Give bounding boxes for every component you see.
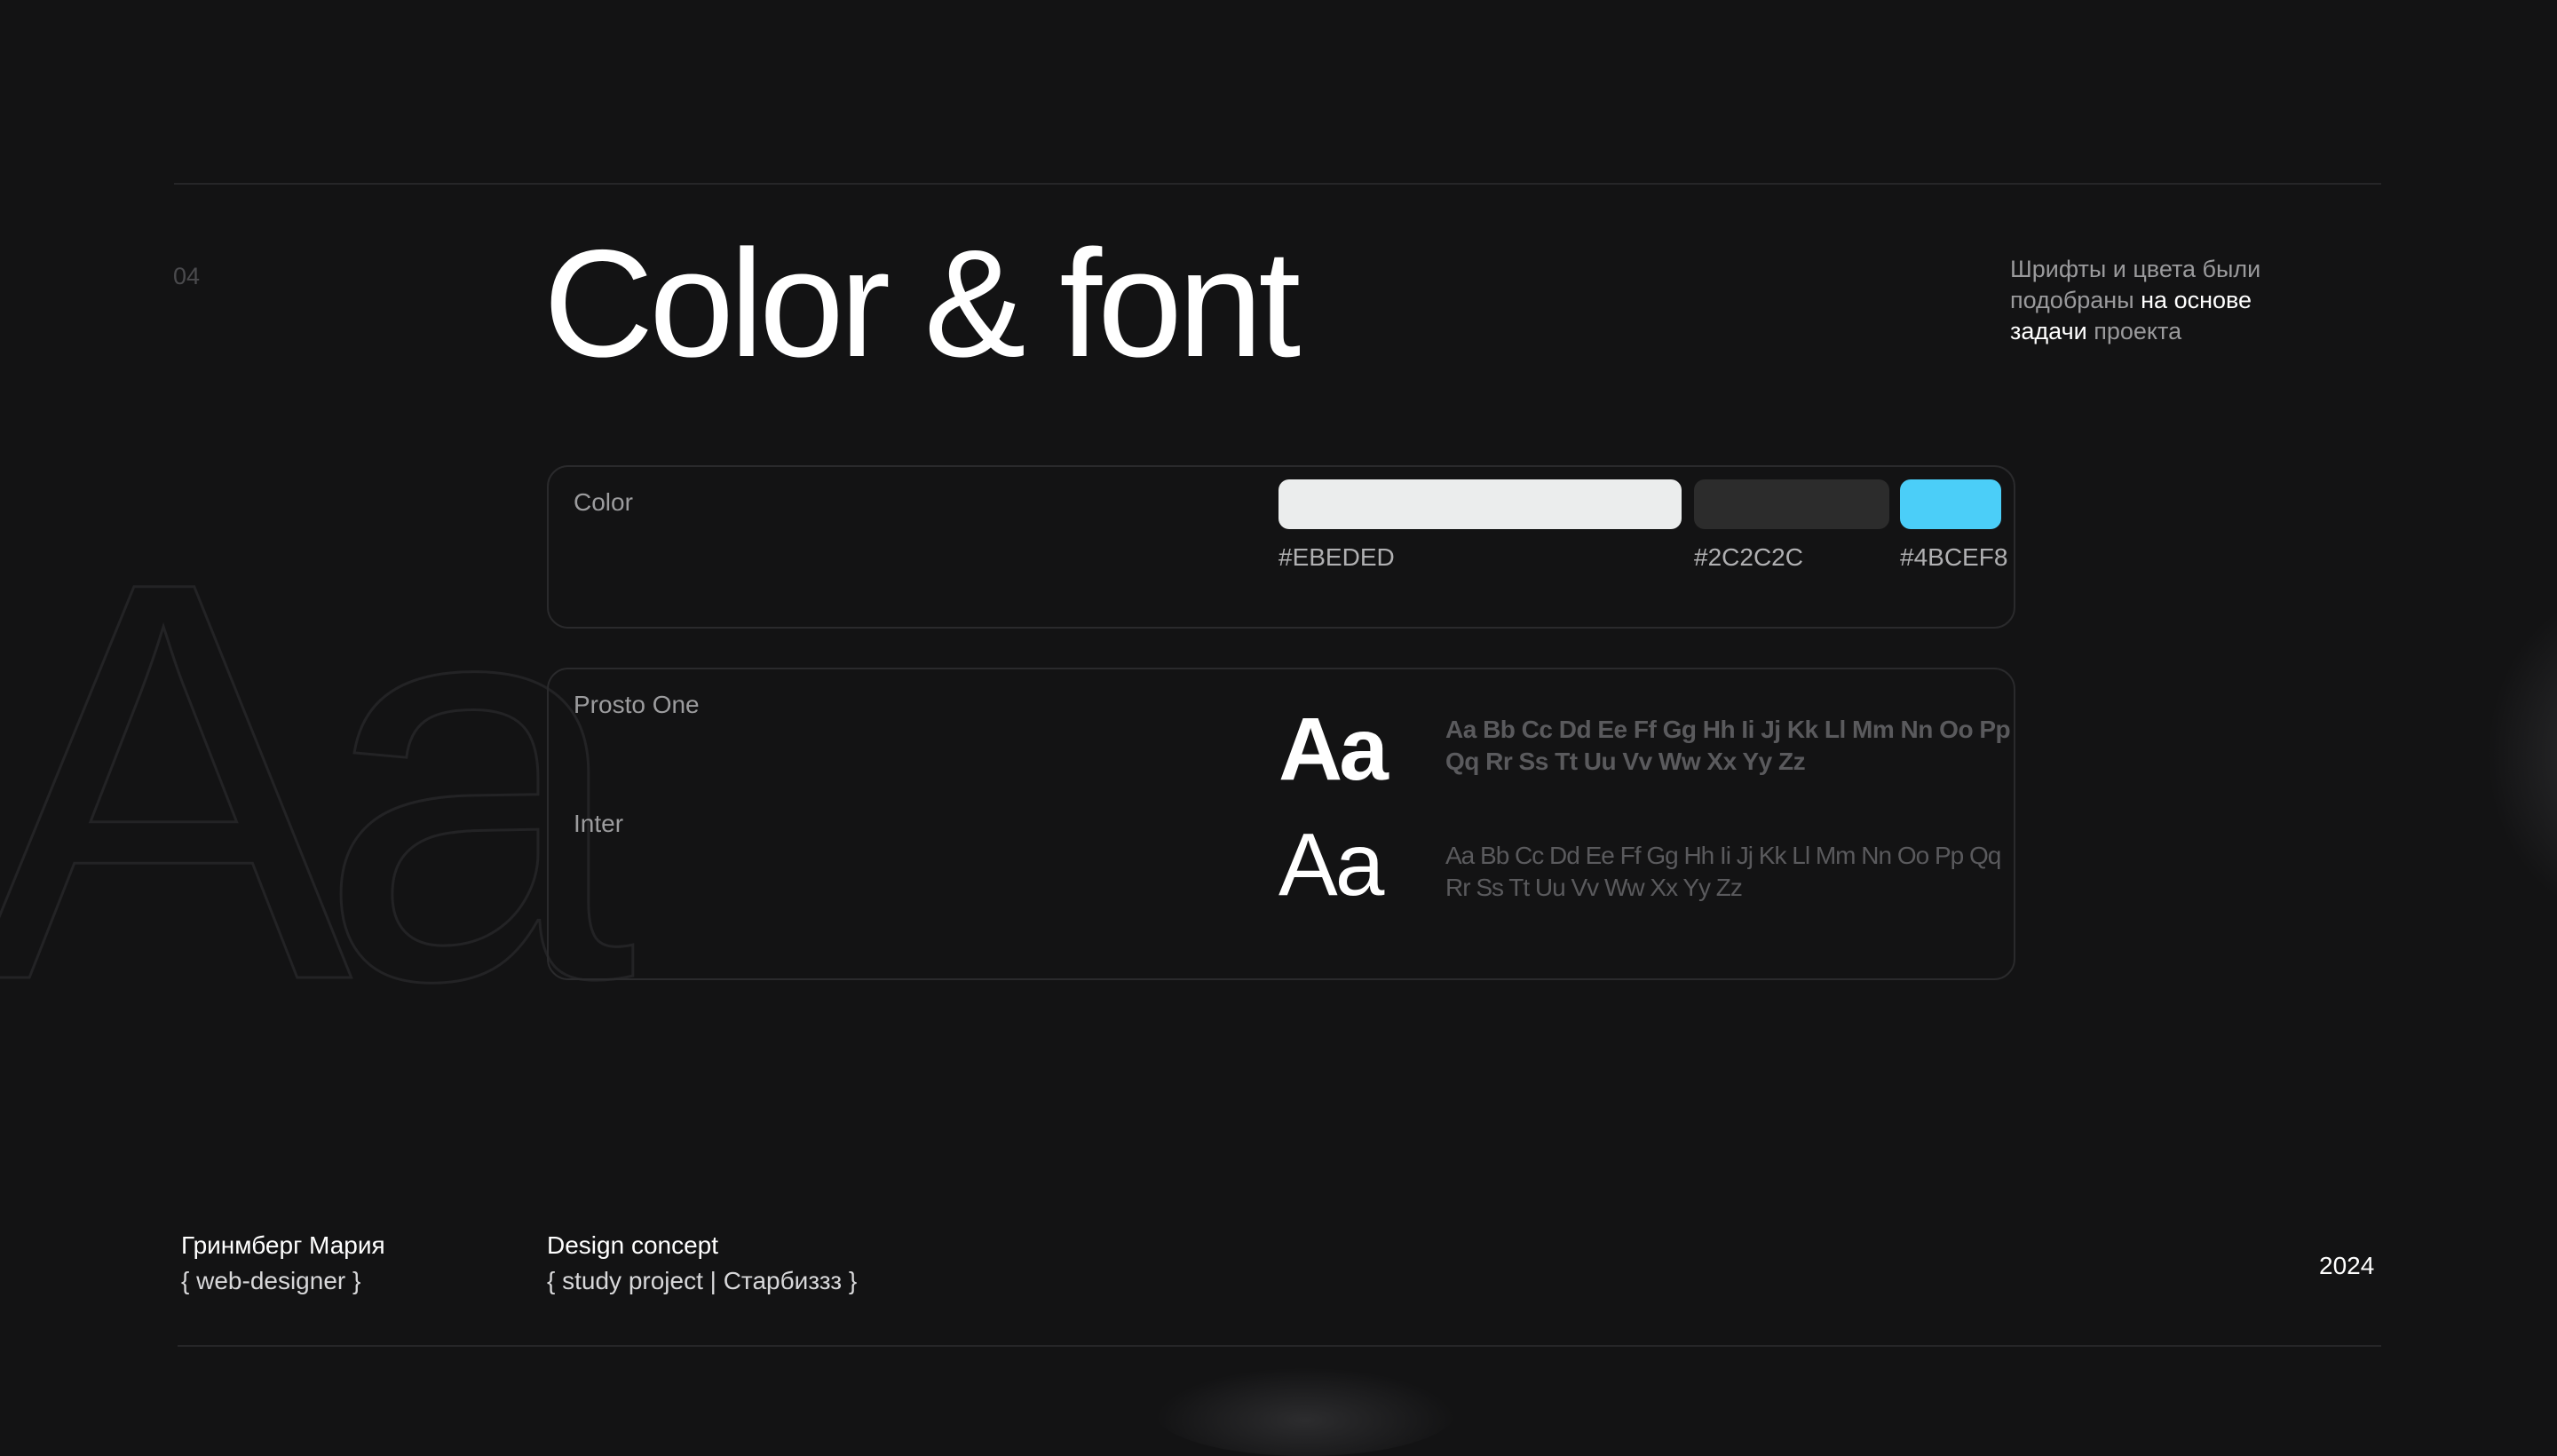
color-hex-light: #EBEDED	[1278, 543, 1395, 571]
intro-note: Шрифты и цвета были подобраны на основе …	[2010, 254, 2303, 347]
color-swatch-light	[1278, 479, 1682, 529]
font-name-prosto-one: Prosto One	[574, 691, 700, 718]
note-text-2: проекта	[2086, 318, 2182, 344]
noise-texture-bottom	[1154, 1367, 1456, 1456]
color-hex-accent: #4BCEF8	[1900, 543, 2008, 571]
alphabet-inter: Aa Bb Cc Dd Ee Ff Gg Hh Ii Jj Kk Ll Mm N…	[1445, 842, 2001, 901]
font-card: Prosto One Inter Aa Aa Aa Bb Cc Dd Ee Ff…	[547, 668, 2015, 980]
author-name: Гринмберг Мария	[181, 1231, 385, 1259]
bottom-divider	[178, 1345, 2381, 1347]
font-sample-prosto-one: Aa	[1278, 700, 1389, 799]
project-title: Design concept	[547, 1231, 719, 1259]
font-sample-inter: Aa	[1278, 815, 1384, 914]
noise-texture-right	[2486, 586, 2557, 923]
year: 2024	[2319, 1252, 2375, 1279]
color-card-label: Color	[574, 488, 633, 516]
project-block: Design concept { study project | Старбиз…	[547, 1228, 857, 1299]
color-hex-dark: #2C2C2C	[1694, 543, 1803, 571]
background-glyph: Aa	[0, 463, 634, 1098]
top-divider	[174, 183, 2381, 185]
author-block: Гринмберг Мария { web-designer }	[181, 1228, 385, 1299]
project-subtitle: { study project | Старбиззз }	[547, 1267, 858, 1294]
color-swatch-accent	[1900, 479, 2001, 529]
author-role: { web-designer }	[181, 1267, 361, 1294]
alphabet-prosto-one: Aa Bb Cc Dd Ee Ff Gg Hh Ii Jj Kk Ll Mm N…	[1445, 716, 2011, 775]
color-card: Color #EBEDED #2C2C2C #4BCEF8	[547, 465, 2015, 629]
page-title: Color & font	[543, 218, 1301, 389]
color-swatch-dark	[1694, 479, 1889, 529]
font-name-inter: Inter	[574, 810, 624, 837]
page-number: 04	[173, 263, 201, 289]
